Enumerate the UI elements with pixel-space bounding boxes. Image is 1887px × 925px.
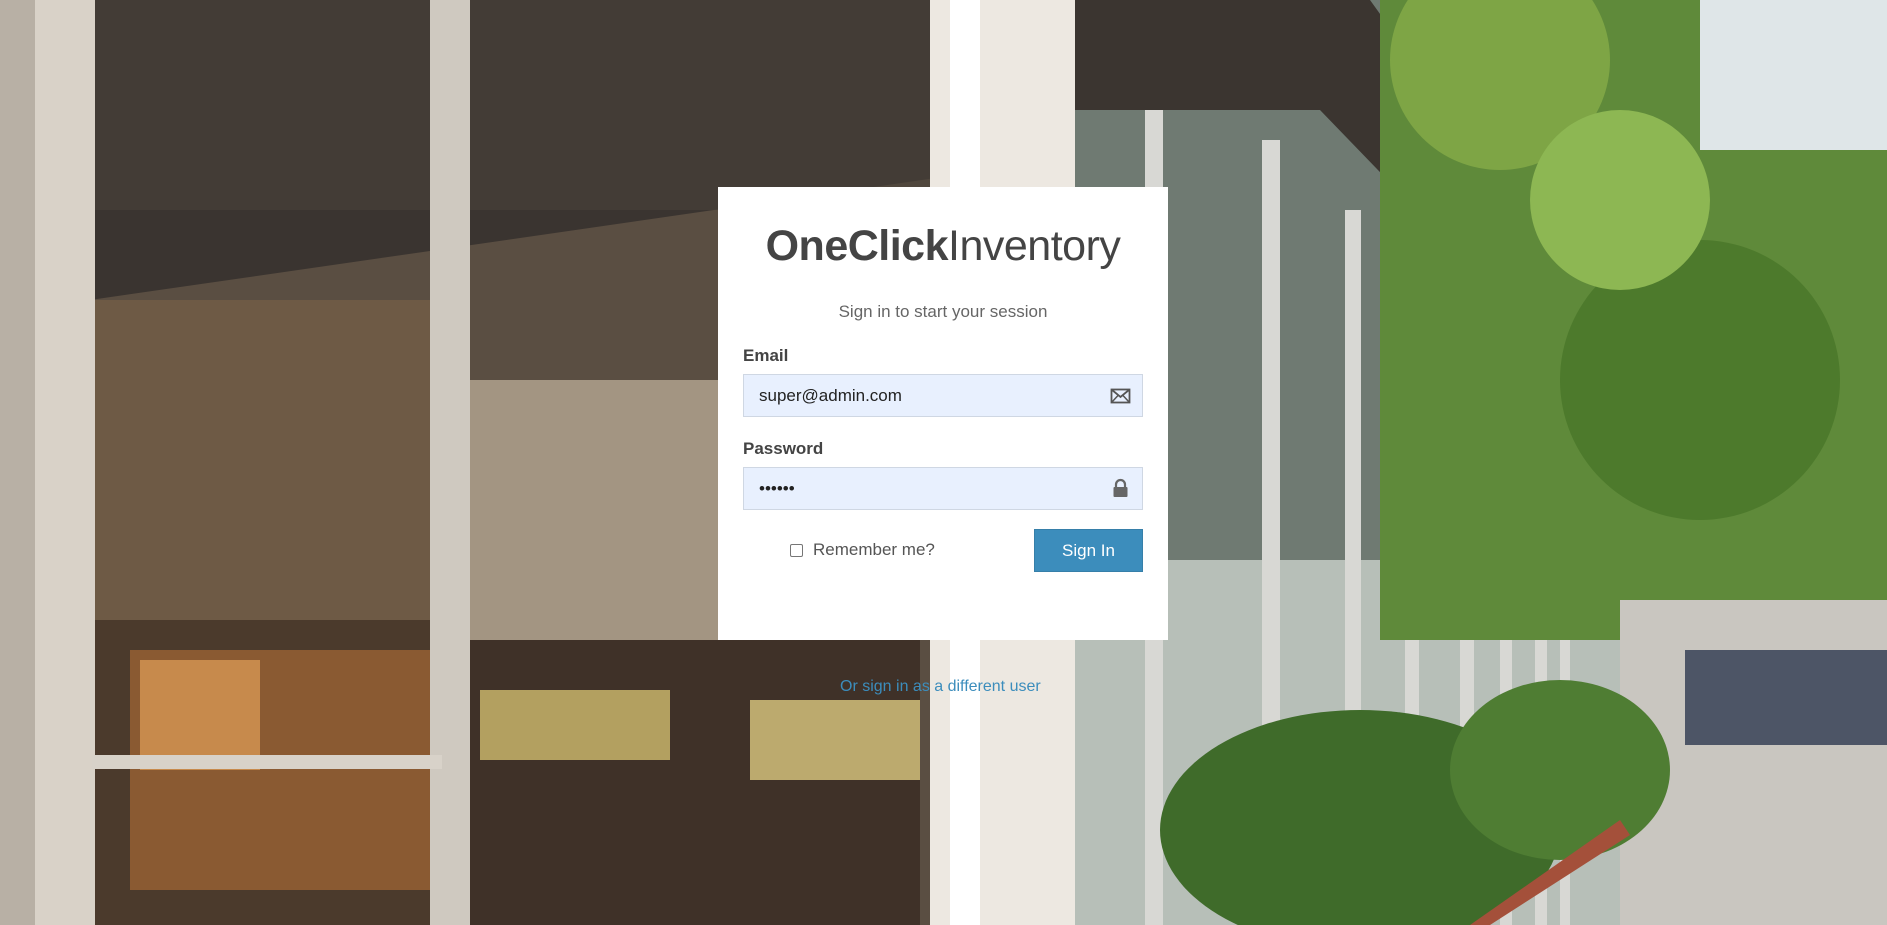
logo-bold-text: OneClick [765,222,949,270]
password-label: Password [743,439,824,459]
email-field-wrapper [743,374,1143,418]
login-actions-row: Remember me? Sign In [743,529,1143,573]
remember-me-box[interactable] [790,543,803,557]
envelope-icon [1110,388,1131,404]
logo-light-text: Inventory [948,222,1121,270]
email-label: Email [743,346,789,366]
remember-me-checkbox[interactable]: Remember me? [790,540,935,560]
sign-in-button[interactable]: Sign In [1034,529,1143,573]
remember-me-label: Remember me? [813,540,935,560]
password-field[interactable] [743,467,1143,511]
login-box: OneClickInventory Sign in to start your … [718,187,1168,640]
app-logo[interactable]: OneClickInventory [743,222,1143,270]
different-user-link[interactable]: Or sign in as a different user [840,678,1041,696]
login-message: Sign in to start your session [838,302,1048,322]
password-field-wrapper [743,467,1143,511]
email-field[interactable] [743,374,1143,418]
lock-icon [1113,479,1128,498]
